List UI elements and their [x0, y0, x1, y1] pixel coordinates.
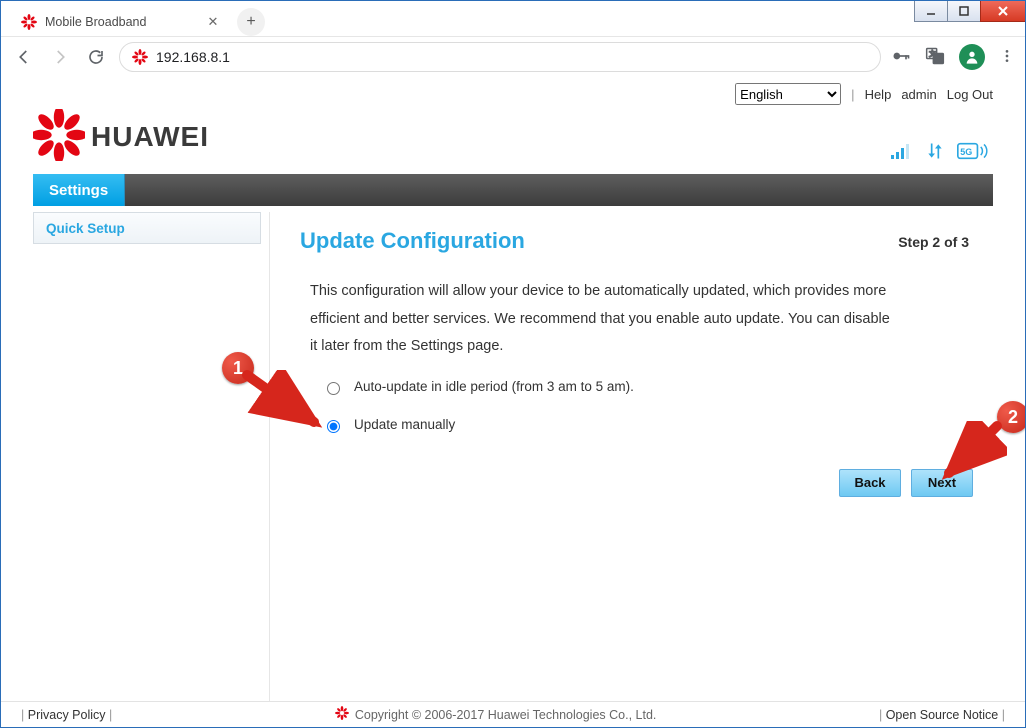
nav-tab-settings[interactable]: Settings: [33, 174, 125, 206]
sidebar: Quick Setup: [33, 212, 269, 712]
browser-toolbar: 192.168.8.1 文A: [1, 37, 1025, 77]
profile-avatar[interactable]: [959, 44, 985, 70]
footer: | Privacy Policy | Copyright © 2006-2017…: [1, 701, 1025, 727]
address-bar[interactable]: 192.168.8.1: [119, 42, 881, 72]
window-maximize-button[interactable]: [947, 0, 981, 22]
top-links: English | Help admin Log Out: [33, 83, 993, 105]
data-transfer-icon: [925, 141, 945, 164]
copyright-text: Copyright © 2006-2017 Huawei Technologie…: [355, 708, 657, 722]
main-navbar: Settings: [33, 174, 993, 206]
help-link[interactable]: Help: [865, 87, 892, 102]
tab-title: Mobile Broadband: [45, 15, 205, 29]
browser-tab[interactable]: Mobile Broadband ✕: [11, 8, 231, 36]
status-icons: 5G: [891, 141, 993, 164]
new-tab-button[interactable]: +: [237, 8, 265, 36]
url-text: 192.168.8.1: [156, 49, 230, 65]
annotation-arrow-1: [242, 370, 332, 440]
window-frame: Mobile Broadband ✕ + 192.168.8.1 文A Engl…: [0, 0, 1026, 728]
option-auto-update[interactable]: Auto-update in idle period (from 3 am to…: [322, 379, 973, 395]
saved-password-icon[interactable]: [891, 46, 911, 69]
footer-logo-icon: [335, 706, 349, 723]
sidebar-item-quick-setup[interactable]: Quick Setup: [33, 212, 261, 244]
annotation-arrow-2: [937, 421, 1007, 491]
window-close-button[interactable]: [980, 0, 1026, 22]
forward-button-browser[interactable]: [47, 44, 73, 70]
language-select[interactable]: English: [735, 83, 841, 105]
page-viewport: English | Help admin Log Out HUAWEI 5G: [1, 77, 1025, 727]
signal-icon: [891, 142, 913, 163]
svg-text:5G: 5G: [960, 147, 972, 157]
brand-name: HUAWEI: [91, 121, 209, 153]
tab-close-icon[interactable]: ✕: [205, 14, 221, 30]
privacy-link[interactable]: Privacy Policy: [28, 708, 106, 722]
username-label: admin: [901, 87, 936, 102]
toolbar-right: 文A: [891, 44, 1015, 70]
reload-button[interactable]: [83, 44, 109, 70]
page-title: Update Configuration: [300, 228, 973, 254]
content-panel: Update Configuration Step 2 of 3 This co…: [269, 212, 993, 712]
open-source-link[interactable]: Open Source Notice: [886, 708, 999, 722]
back-button-browser[interactable]: [11, 44, 37, 70]
site-favicon: [132, 49, 148, 65]
description-text: This configuration will allow your devic…: [310, 278, 890, 361]
kebab-menu-icon[interactable]: [999, 48, 1015, 67]
step-indicator: Step 2 of 3: [898, 234, 969, 250]
brand: HUAWEI: [33, 109, 209, 164]
window-minimize-button[interactable]: [914, 0, 948, 22]
huawei-logo-icon: [33, 109, 85, 164]
logout-link[interactable]: Log Out: [947, 87, 993, 102]
network-5g-icon: 5G: [957, 141, 993, 164]
window-controls: [915, 0, 1026, 22]
tab-favicon: [21, 14, 37, 30]
translate-icon[interactable]: 文A: [925, 46, 945, 69]
option-manual-update[interactable]: Update manually: [322, 417, 973, 433]
browser-tabstrip: Mobile Broadband ✕ +: [1, 1, 1025, 37]
option-manual-label: Update manually: [354, 417, 455, 432]
back-button[interactable]: Back: [839, 469, 901, 497]
option-auto-label: Auto-update in idle period (from 3 am to…: [354, 379, 634, 394]
svg-text:A: A: [936, 56, 941, 63]
